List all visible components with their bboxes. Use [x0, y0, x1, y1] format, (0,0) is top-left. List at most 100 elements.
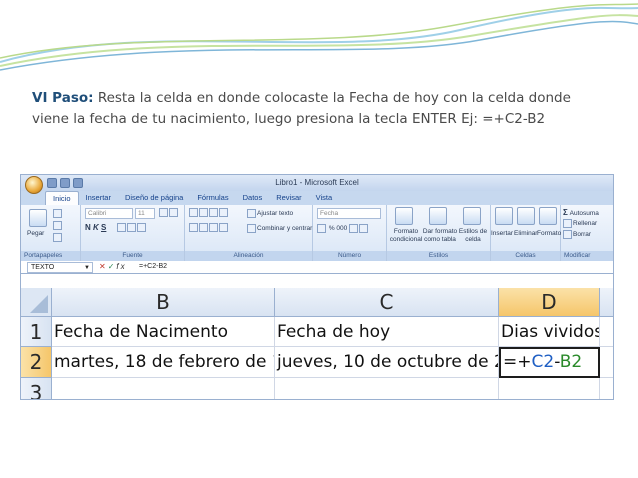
cell-c3[interactable] [275, 378, 499, 399]
align-right-icon[interactable] [209, 223, 218, 232]
align-middle-icon[interactable] [199, 208, 208, 217]
number-format-select[interactable]: Fecha [317, 208, 381, 219]
group-editing: Σ Autosuma Rellenar Borrar Modificar [561, 205, 613, 261]
column-header-c[interactable]: C [275, 288, 499, 317]
insert-button[interactable]: Insertar [491, 230, 513, 237]
underline-icon[interactable]: S [101, 223, 106, 232]
cell-e3[interactable] [600, 378, 613, 399]
formula-bar-buttons: ✕✓fx [99, 262, 127, 271]
tab-insertar[interactable]: Insertar [79, 191, 118, 205]
cell-styles-icon[interactable] [463, 207, 481, 225]
cell-c2[interactable]: jueves, 10 de octubre de 2013 [275, 347, 499, 378]
paste-button[interactable]: Pegar [27, 230, 44, 237]
borders-icon[interactable] [117, 223, 126, 232]
merge-icon [247, 224, 256, 233]
column-header-e-partial[interactable] [600, 288, 613, 317]
cell-b2[interactable]: martes, 18 de febrero de 1997 [52, 347, 275, 378]
format-as-table-button[interactable]: Dar formato como tabla [422, 228, 458, 244]
excel-window: Libro1 - Microsoft Excel Inicio Insertar… [20, 174, 614, 400]
chevron-down-icon[interactable]: ▼ [84, 263, 90, 273]
cell-d1[interactable]: Dias vividos [499, 317, 600, 347]
shrink-font-icon[interactable] [169, 208, 178, 217]
conditional-format-button[interactable]: Formato condicional [388, 228, 424, 244]
eraser-icon [563, 230, 572, 239]
tab-diseno-pagina[interactable]: Diseño de página [118, 191, 190, 205]
column-header-b[interactable]: B [52, 288, 275, 317]
align-center-icon[interactable] [199, 223, 208, 232]
cancel-icon[interactable]: ✕ [99, 262, 108, 271]
paste-icon[interactable] [29, 209, 47, 227]
align-left-icon[interactable] [189, 223, 198, 232]
align-top-icon[interactable] [189, 208, 198, 217]
autosum-button[interactable]: Σ Autosuma [563, 208, 599, 217]
window-title: Libro1 - Microsoft Excel [275, 178, 359, 187]
orientation-icon[interactable] [219, 208, 228, 217]
group-alignment: Ajustar texto Combinar y centrar Alineac… [185, 205, 313, 261]
decimal-decrease-icon[interactable] [359, 224, 369, 233]
fill-button[interactable]: Rellenar [563, 219, 597, 228]
tab-revisar[interactable]: Revisar [269, 191, 308, 205]
delete-button[interactable]: Eliminar [514, 230, 537, 237]
cell-b1[interactable]: Fecha de Nacimento [52, 317, 275, 347]
currency-icon[interactable] [317, 224, 326, 233]
cell-c1[interactable]: Fecha de hoy [275, 317, 499, 347]
format-table-icon[interactable] [429, 207, 447, 225]
cell-d3[interactable] [499, 378, 600, 399]
fill-color-icon[interactable] [127, 223, 136, 232]
font-size-select[interactable]: 11 [135, 208, 155, 219]
worksheet-grid: B C D 1 2 3 Fecha de Nacimento Fecha de … [21, 288, 613, 399]
bold-icon[interactable]: N [85, 223, 91, 232]
percent-button[interactable]: % [329, 225, 335, 232]
cell-styles-button[interactable]: Estilos de celda [457, 228, 489, 244]
cut-icon[interactable] [53, 209, 62, 218]
decorative-waves [0, 3, 638, 71]
grow-font-icon[interactable] [159, 208, 168, 217]
cell-d2-active[interactable]: =+C2-B2 [499, 347, 600, 378]
decimal-increase-icon[interactable] [349, 224, 359, 233]
instruction-text: VI Paso: Resta la celda en donde colocas… [32, 88, 612, 130]
row-header-1[interactable]: 1 [21, 317, 52, 347]
delete-cells-icon[interactable] [517, 207, 535, 225]
cell-e2[interactable] [600, 347, 613, 378]
tab-inicio[interactable]: Inicio [45, 191, 79, 205]
conditional-format-icon[interactable] [395, 207, 413, 225]
wrap-text-label: Ajustar texto [257, 210, 294, 218]
tab-formulas[interactable]: Fórmulas [190, 191, 235, 205]
formula-prefix: =+ [503, 352, 532, 372]
insert-function-icon[interactable]: fx [116, 262, 126, 271]
font-color-icon[interactable] [137, 223, 146, 232]
row-header-2[interactable]: 2 [21, 347, 52, 378]
name-box-value: TEXTO [31, 264, 55, 271]
font-name-select[interactable]: Calibri [85, 208, 133, 219]
tab-vista[interactable]: Vista [309, 191, 340, 205]
row-header-3[interactable]: 3 [21, 378, 52, 399]
indent-icon[interactable] [219, 223, 228, 232]
office-button[interactable] [25, 176, 43, 194]
cell-b3[interactable] [52, 378, 275, 399]
formula-ref-b2: B2 [559, 352, 583, 372]
cell-e1[interactable] [600, 317, 613, 347]
tab-datos[interactable]: Datos [236, 191, 270, 205]
insert-cells-icon[interactable] [495, 207, 513, 225]
group-label-cells: Celdas [491, 251, 560, 261]
format-painter-icon[interactable] [53, 233, 62, 242]
group-label-alignment: Alineación [185, 251, 312, 261]
group-cells: Insertar Eliminar Formato Celdas [491, 205, 561, 261]
select-all-corner[interactable] [21, 288, 52, 317]
format-button[interactable]: Formato [537, 230, 561, 237]
column-header-d[interactable]: D [499, 288, 600, 317]
wrap-text-button[interactable]: Ajustar texto [247, 209, 293, 218]
format-cells-icon[interactable] [539, 207, 557, 225]
merge-center-button[interactable]: Combinar y centrar [247, 224, 312, 233]
thousands-button[interactable]: 000 [336, 225, 347, 232]
italic-icon[interactable]: K [93, 223, 99, 232]
formula-input[interactable]: =+C2-B2 [139, 263, 167, 270]
name-box[interactable]: TEXTO ▼ [27, 262, 93, 273]
group-font: Calibri 11 N K S Fuente [81, 205, 185, 261]
group-label-font: Fuente [81, 251, 184, 261]
clear-button[interactable]: Borrar [563, 230, 591, 239]
group-styles: Formato condicional Dar formato como tab… [387, 205, 491, 261]
align-bottom-icon[interactable] [209, 208, 218, 217]
instruction-body: Resta la celda en donde colocaste la Fec… [32, 90, 571, 127]
copy-icon[interactable] [53, 221, 62, 230]
